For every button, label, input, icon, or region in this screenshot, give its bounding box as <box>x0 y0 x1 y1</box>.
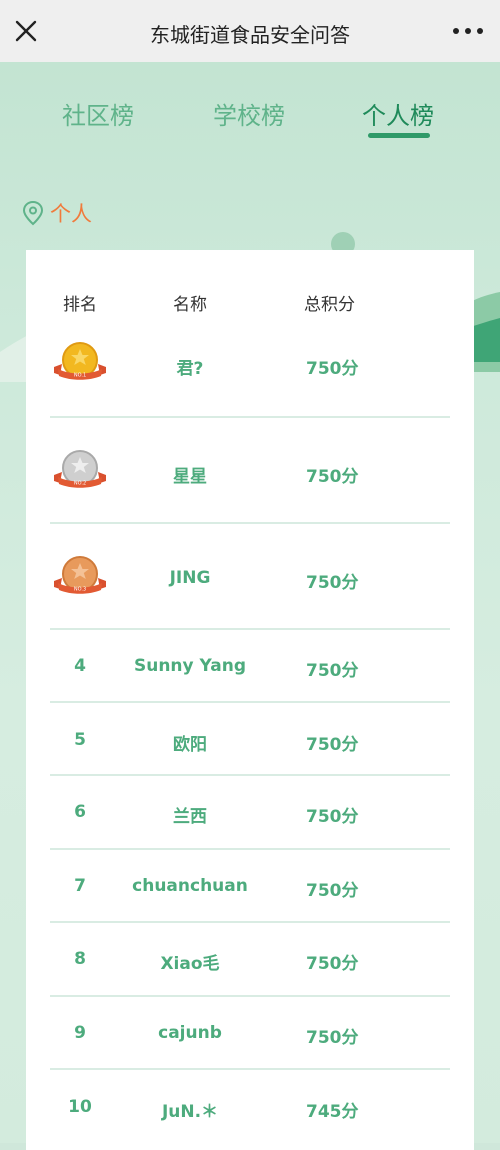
row-divider <box>50 522 450 524</box>
player-name: 兰西 <box>173 807 207 827</box>
section-label: 个人 <box>50 202 92 226</box>
player-name: 欧阳 <box>173 735 207 755</box>
more-options-icon[interactable] <box>448 18 488 44</box>
row-divider <box>50 416 450 418</box>
medal-text: NO.2 <box>74 481 86 487</box>
page-title: 东城街道食品安全问答 <box>150 23 350 47</box>
column-rank: 排名 <box>63 295 97 315</box>
player-name: cajunb <box>158 1023 222 1043</box>
row-divider <box>50 921 450 923</box>
row-divider <box>50 848 450 850</box>
row-divider <box>50 774 450 776</box>
player-score: 750分 <box>306 954 359 974</box>
medal-text: NO.3 <box>74 587 86 593</box>
row-divider <box>50 628 450 630</box>
player-score: 745分 <box>306 1102 359 1122</box>
player-score: 750分 <box>306 573 359 593</box>
player-score: 750分 <box>306 359 359 379</box>
medal-text: NO.1 <box>74 373 86 379</box>
player-name: 君? <box>176 359 204 379</box>
player-score: 750分 <box>306 467 359 487</box>
table-header: 排名 名称 总积分 <box>26 290 474 315</box>
section-heading: 个人 <box>22 198 92 228</box>
player-score: 750分 <box>306 735 359 755</box>
tab-personal[interactable]: 个人榜 <box>362 96 434 131</box>
title-bar: 东城街道食品安全问答 <box>0 0 500 63</box>
player-name: 星星 <box>173 467 207 487</box>
tab-community[interactable]: 社区榜 <box>62 96 134 131</box>
player-score: 750分 <box>306 807 359 827</box>
player-score: 750分 <box>306 1028 359 1048</box>
leaderboard-tabs: 社区榜 学校榜 个人榜 <box>0 90 500 140</box>
player-name: Sunny Yang <box>133 656 247 676</box>
location-pin-icon <box>22 200 44 226</box>
tab-school[interactable]: 学校榜 <box>213 96 285 131</box>
row-divider <box>50 995 450 997</box>
player-name: Xiao毛 <box>160 954 220 974</box>
active-tab-indicator <box>368 133 430 138</box>
player-name: JuN.＊ <box>161 1102 219 1122</box>
row-divider <box>50 701 450 703</box>
player-score: 750分 <box>306 881 359 901</box>
player-score: 750分 <box>306 661 359 681</box>
column-score: 总积分 <box>304 295 355 315</box>
column-name: 名称 <box>173 295 207 315</box>
leaderboard-card: 排名 名称 总积分 NO.1 君? 750分 NO.2 星星 750分 NO.3… <box>26 250 474 1150</box>
player-name: JING <box>169 568 211 588</box>
row-divider <box>50 1068 450 1070</box>
player-name: chuanchuan <box>132 876 248 896</box>
